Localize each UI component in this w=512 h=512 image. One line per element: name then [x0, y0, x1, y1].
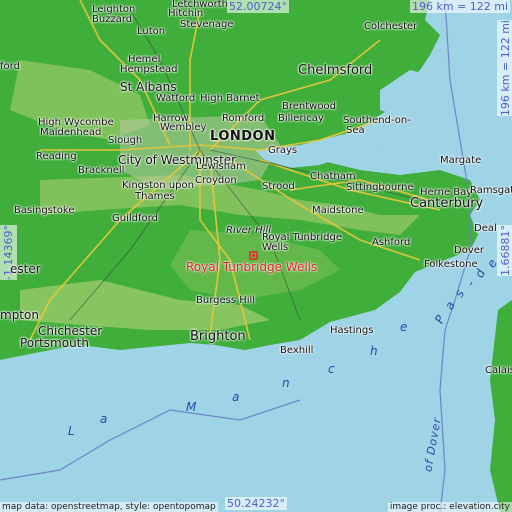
place-southampton-partial: mpton: [0, 308, 39, 322]
sea-label-m: M: [186, 400, 198, 414]
place-billericay: Billericay: [278, 113, 324, 124]
scale-vertical: 196 km = 122 mi: [497, 20, 512, 117]
place-st-albans: St Albans: [120, 80, 177, 94]
target-label: Royal Tunbridge Wells: [186, 260, 318, 274]
place-chatham: Chatham: [310, 171, 356, 182]
top-latitude: 52.00724°: [227, 0, 289, 13]
place-hitchin: Hitchin: [168, 8, 204, 19]
place-southend-sea: Sea: [346, 125, 365, 136]
place-london: LONDON: [210, 129, 276, 144]
place-romford: Romford: [222, 113, 265, 124]
place-hempstead: Hempstead: [120, 64, 178, 75]
place-margate: Margate: [440, 155, 482, 166]
place-calais-partial: Calais: [485, 365, 512, 376]
place-basingstoke: Basingstoke: [14, 205, 75, 216]
place-sittingbourne: Sittingbourne: [346, 182, 414, 193]
sea-label-h: h: [370, 344, 379, 358]
place-luton: Luton: [137, 26, 166, 37]
place-croydon: Croydon: [195, 175, 237, 186]
place-folkestone: Folkestone: [424, 259, 478, 270]
place-lewisham: Lewisham: [196, 161, 246, 172]
place-kingston: Kingston upon: [122, 180, 194, 191]
place-chichester: Chichester: [38, 324, 103, 338]
place-ramsgate: Ramsgate: [470, 185, 512, 196]
place-high-barnet: High Barnet: [200, 93, 260, 104]
sea-label-l: L: [68, 424, 76, 438]
place-watford: Watford: [156, 93, 196, 104]
sea-label-c: c: [328, 362, 336, 376]
place-brighton: Brighton: [190, 329, 246, 344]
place-ashford: Ashford: [372, 237, 411, 248]
sea-label-a2: a: [232, 390, 241, 404]
sea-label-n: n: [282, 376, 291, 390]
place-winchester-partial: ester: [10, 262, 41, 276]
maritime-boundary-2: [0, 399, 301, 481]
place-maidstone: Maidstone: [312, 205, 364, 216]
scale-horizontal: 196 km = 122 mi: [410, 0, 511, 13]
place-canterbury: Canterbury: [410, 196, 484, 211]
place-stevenage: Stevenage: [180, 19, 234, 30]
place-hastings: Hastings: [330, 325, 374, 336]
image-processing-credit: image proc.: elevation.city: [387, 502, 512, 512]
place-maidenhead: Maidenhead: [40, 127, 102, 138]
sea-label-a: a: [100, 412, 109, 426]
place-dover: Dover: [454, 245, 484, 256]
place-portsmouth: Portsmouth: [20, 336, 89, 350]
place-brentwood: Brentwood: [282, 101, 336, 112]
place-grays: Grays: [268, 145, 298, 156]
sea-label-e: e: [400, 320, 409, 334]
topographic-map[interactable]: 52.00724° 50.24232° -1.14369° 1.66881° 1…: [0, 0, 512, 512]
place-chelmsford: Chelmsford: [298, 63, 373, 78]
map-attribution: map data: openstreetmap, style: opentopo…: [0, 502, 218, 512]
place-slough: Slough: [108, 135, 143, 146]
place-bexhill: Bexhill: [280, 345, 314, 356]
place-oxford-partial: ford: [0, 61, 20, 72]
place-burgess-hill: Burgess Hill: [196, 295, 256, 306]
right-longitude: 1.66881°: [497, 225, 512, 276]
france-coast: [490, 300, 512, 512]
place-strood: Strood: [262, 181, 295, 192]
place-buzzard: Buzzard: [92, 14, 133, 25]
place-thames: Thames: [135, 191, 175, 202]
bottom-latitude: 50.24232°: [225, 497, 287, 510]
place-guildford: Guildford: [112, 213, 158, 224]
place-colchester: Colchester: [364, 21, 418, 32]
place-wembley: Wembley: [160, 122, 207, 133]
place-wells: Wells: [262, 242, 289, 253]
place-bracknell: Bracknell: [78, 165, 125, 176]
place-deal: Deal: [474, 223, 497, 234]
place-reading: Reading: [36, 151, 77, 162]
